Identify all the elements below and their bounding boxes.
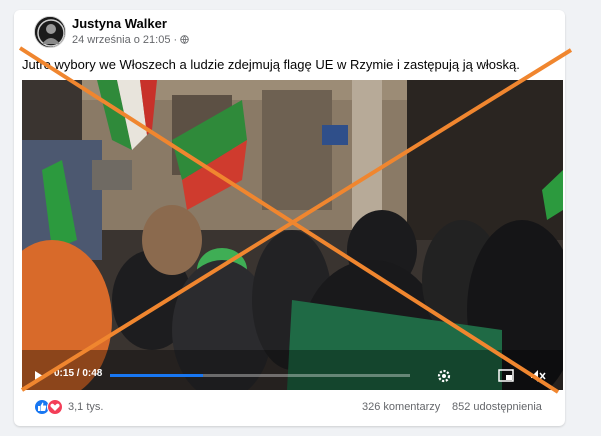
video-controls: 0:15 / 0:48 — [22, 362, 563, 390]
shares-count[interactable]: 852 udostępnienia — [452, 401, 542, 413]
globe-icon — [180, 35, 189, 44]
avatar-image — [35, 17, 65, 47]
post-footer: 3,1 tys. 326 komentarzy 852 udostępnieni… — [14, 393, 565, 423]
post-card: Justyna Walker 24 września o 21:05 · Jut… — [14, 10, 565, 426]
reaction-count[interactable]: 3,1 tys. — [68, 401, 103, 413]
play-icon[interactable] — [34, 370, 44, 382]
post-caption: Jutro wybory we Włoszech a ludzie zdejmu… — [22, 57, 520, 72]
heart-icon — [50, 403, 60, 411]
avatar[interactable] — [34, 16, 66, 48]
comments-count[interactable]: 326 komentarzy — [362, 401, 440, 413]
video-frame — [22, 80, 563, 390]
picture-in-picture-icon[interactable] — [498, 369, 514, 383]
progress-fill — [110, 374, 203, 377]
post-meta: 24 września o 21:05 · — [72, 34, 189, 46]
video-time: 0:15 / 0:48 — [54, 368, 103, 379]
video-player[interactable]: 0:15 / 0:48 — [22, 80, 563, 390]
gear-icon[interactable] — [436, 368, 452, 384]
separator: · — [173, 34, 181, 46]
post-header: Justyna Walker 24 września o 21:05 · — [14, 10, 565, 60]
love-reaction-icon — [47, 399, 63, 415]
post-date[interactable]: 24 września o 21:05 — [72, 34, 170, 46]
author-name[interactable]: Justyna Walker — [72, 16, 167, 31]
progress-bar[interactable] — [110, 374, 410, 377]
mute-icon[interactable] — [530, 369, 546, 383]
